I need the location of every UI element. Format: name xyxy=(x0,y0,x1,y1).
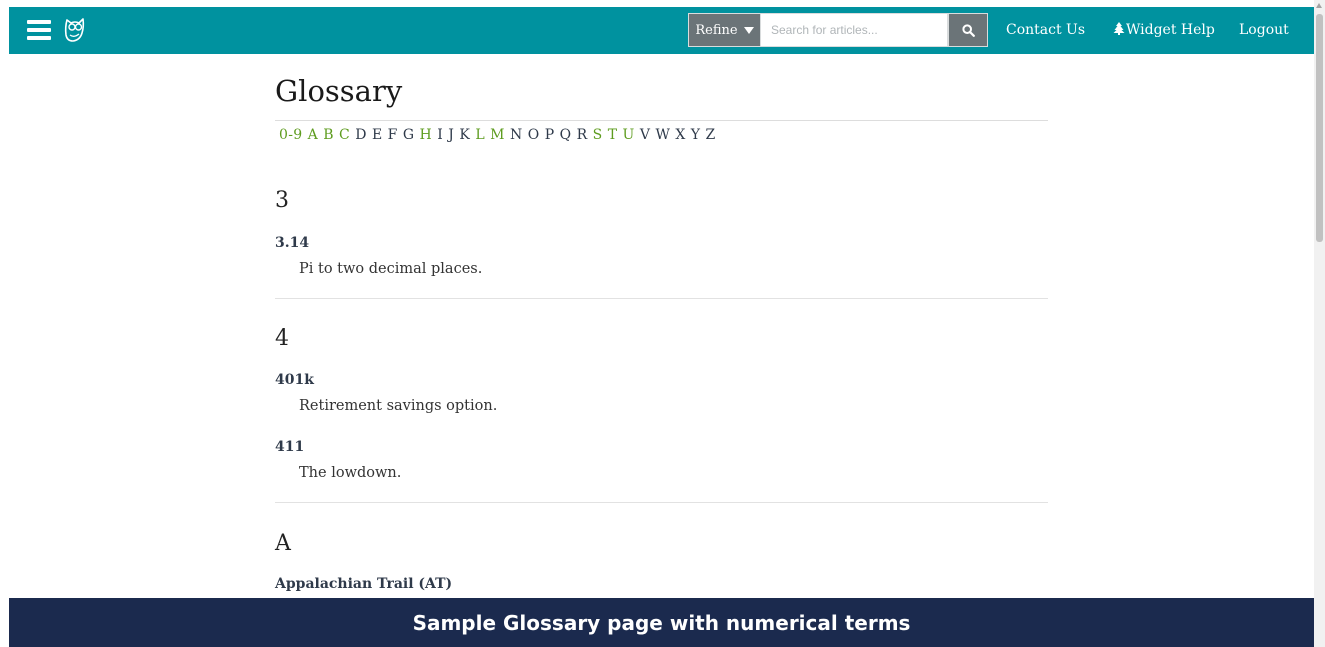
section-heading-3: 3 xyxy=(275,188,289,213)
letter-link: N xyxy=(509,127,523,143)
glossary-term: 401k xyxy=(275,372,314,388)
glossary-definition: Retirement savings option. xyxy=(299,398,498,414)
owl-logo-icon[interactable] xyxy=(63,17,87,43)
refine-label: Refine xyxy=(695,22,738,38)
letter-link: V xyxy=(639,127,651,143)
letter-link[interactable]: S xyxy=(593,127,603,143)
hamburger-menu-icon[interactable] xyxy=(27,19,51,41)
letter-link[interactable]: C xyxy=(339,127,350,143)
glossary-term: 411 xyxy=(275,439,305,455)
letter-link: J xyxy=(448,127,455,143)
page-title: Glossary xyxy=(275,74,403,108)
letter-link[interactable]: B xyxy=(323,127,334,143)
search-input[interactable] xyxy=(761,13,948,47)
logout-link[interactable]: Logout xyxy=(1239,22,1289,38)
title-divider xyxy=(275,120,1048,121)
scrollbar-thumb[interactable] xyxy=(1316,14,1323,242)
section-divider xyxy=(275,298,1048,299)
glossary-content: Glossary 0-9 A B C D E F G H I J K L M N O P Q R S T U V W X Y Z 3… xyxy=(275,70,1048,592)
caption-bar: Sample Glossary page with numerical term… xyxy=(9,598,1314,647)
vertical-scrollbar[interactable] xyxy=(1314,0,1325,647)
letter-link: F xyxy=(387,127,398,143)
letter-link[interactable]: T xyxy=(608,127,618,143)
letter-link: D xyxy=(355,127,367,143)
caret-down-icon xyxy=(743,26,754,34)
letter-link: P xyxy=(544,127,555,143)
letter-link: I xyxy=(437,127,444,143)
section-heading-4: 4 xyxy=(275,326,289,351)
letter-link[interactable]: M xyxy=(490,127,505,143)
refine-dropdown-button[interactable]: Refine xyxy=(688,13,761,47)
letter-link[interactable]: 0-9 xyxy=(279,127,302,143)
letter-link[interactable]: A xyxy=(308,127,318,143)
search-button[interactable] xyxy=(948,13,988,47)
scroll-up-arrow-icon[interactable] xyxy=(1316,3,1322,8)
contact-us-link[interactable]: Contact Us xyxy=(1006,22,1085,38)
tree-icon xyxy=(1113,22,1125,35)
letter-link: R xyxy=(576,127,588,143)
letter-link: Y xyxy=(690,127,701,143)
letter-link: E xyxy=(371,127,383,143)
letter-link: Q xyxy=(559,127,572,143)
glossary-definition: The lowdown. xyxy=(299,465,402,481)
page-left-margin xyxy=(0,0,9,647)
section-divider xyxy=(275,502,1048,503)
search-icon xyxy=(961,23,975,37)
section-heading-a: A xyxy=(275,531,291,556)
top-navigation-bar: Refine Contact Us Widget Help Logout xyxy=(9,7,1314,54)
letter-link: O xyxy=(527,127,540,143)
letter-link[interactable]: L xyxy=(475,127,485,143)
letter-link: W xyxy=(655,127,671,143)
letter-link[interactable]: H xyxy=(420,127,433,143)
letter-link: K xyxy=(459,127,471,143)
glossary-definition: Pi to two decimal places. xyxy=(299,261,483,277)
widget-help-link[interactable]: Widget Help xyxy=(1113,22,1215,38)
letter-link: G xyxy=(402,127,415,143)
letter-link: X xyxy=(675,127,686,143)
letter-link: Z xyxy=(705,127,716,143)
glossary-term: Appalachian Trail (AT) xyxy=(275,576,453,592)
letter-link[interactable]: U xyxy=(623,127,635,143)
alphabet-index: 0-9 A B C D E F G H I J K L M N O P Q R S T U V W X Y Z xyxy=(279,127,721,143)
widget-help-label: Widget Help xyxy=(1126,22,1215,38)
glossary-term: 3.14 xyxy=(275,235,310,251)
